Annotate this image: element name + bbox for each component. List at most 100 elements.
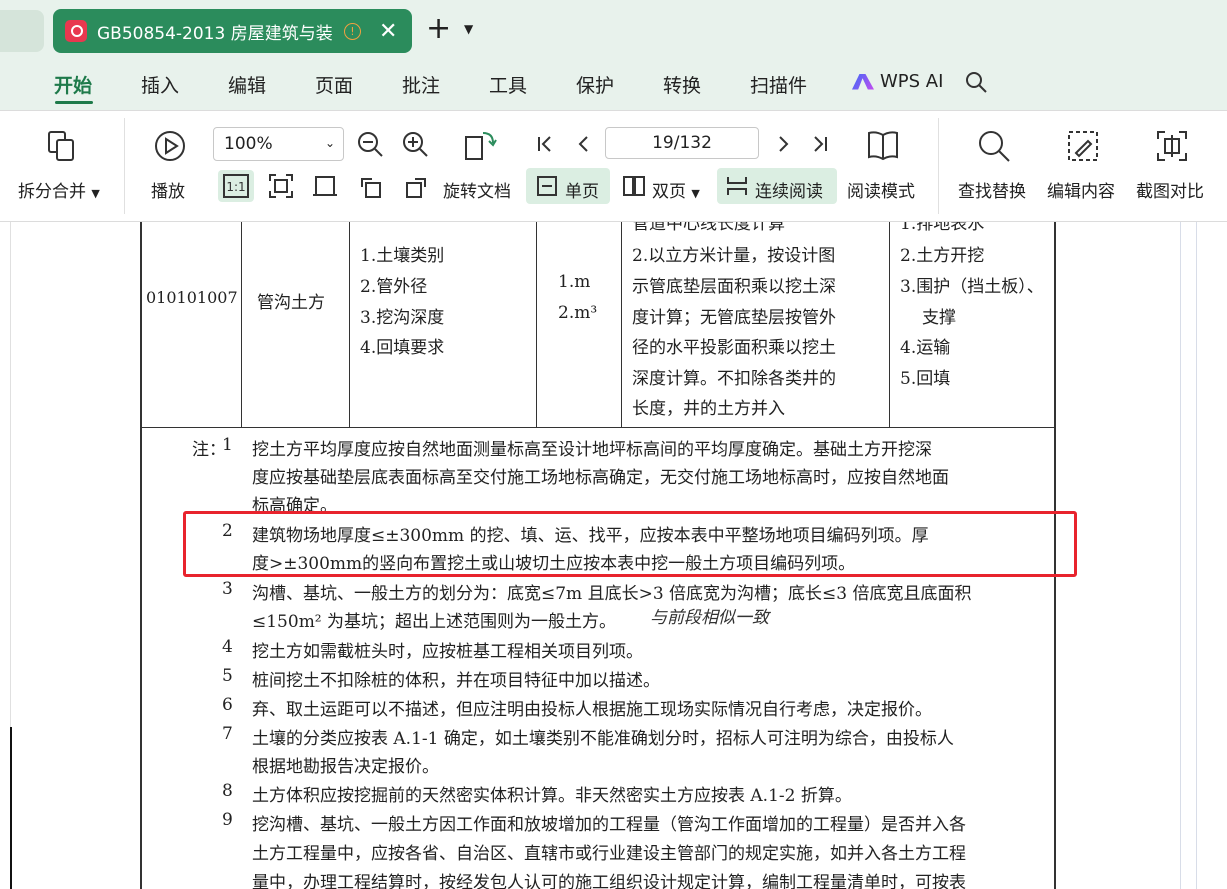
continuous-read-button[interactable]: 连续阅读 [755,177,823,202]
table-col-line [349,222,350,428]
menu-protect[interactable]: 保护 [576,71,614,98]
rotate-right-icon[interactable] [403,173,429,199]
note-line: 土方工程量中，应按各省、自治区、直辖市或行业建设主管部门的规定实施，如并入各土方… [252,844,966,864]
note-number: 8 [222,781,233,801]
continuous-read-icon [727,177,747,195]
single-page-icon [537,176,557,196]
new-tab-icon[interactable]: + [426,14,451,44]
unit-line: 1.m [558,272,591,292]
double-page-button[interactable]: 双页 ▼ [652,177,700,202]
read-mode-button[interactable]: 阅读模式 [847,177,915,202]
read-mode-icon [868,131,898,161]
work-line: 2.土方开挖 [900,246,985,266]
last-page-icon[interactable] [811,135,829,153]
rule-line: 度计算；无管底垫层按管外 [632,308,836,328]
note-number: 6 [222,695,233,715]
page-edge-right [1180,222,1181,889]
note-line: 弃、取土运距可以不描述，但应注明由投标人根据施工现场实际情况自行考虑，决定报价。 [252,700,932,720]
rotate-document-button[interactable]: 旋转文档 [443,177,511,202]
document-tab[interactable]: GB50854-2013 房屋建筑与装 ! ✕ [53,9,412,53]
search-icon[interactable] [965,71,987,93]
wps-ai-button[interactable]: WPS AI [852,71,943,92]
menu-edit[interactable]: 编辑 [228,71,266,98]
menu-annotate[interactable]: 批注 [402,71,440,98]
note-line: 沟槽、基坑、一般土方的划分为：底宽≤7m 且底长>3 倍底宽为沟槽；底长≤3 倍… [252,584,972,604]
table-row-line [140,427,1056,428]
find-replace-icon [979,131,1010,162]
scan-mark [10,727,12,889]
double-page-icon [623,176,645,196]
close-tab-icon[interactable]: ✕ [379,19,397,44]
table-col-line [889,222,890,428]
split-merge-icon [48,131,74,161]
next-page-icon[interactable] [774,135,792,153]
play-icon[interactable] [154,130,186,162]
red-highlight-box [183,511,1077,577]
screenshot-compare-icon [1157,131,1187,161]
note-line: 量中，办理工程结算时，按经发包人认可的施工组织设计规定计算，编制工程量清单时，可… [252,873,966,889]
menu-scan[interactable]: 扫描件 [750,71,807,98]
previous-page-icon[interactable] [575,135,593,153]
rule-line: 示管底垫层面积乘以挖土深 [632,277,836,297]
note-line: ≤150m² 为基坑；超出上述范围则为一般土方。 [252,612,617,632]
rule-line: 径的水平投影面积乘以挖土 [632,338,836,358]
zoom-select[interactable]: 100% ⌄ [213,127,344,161]
item-code: 010101007 [146,288,238,307]
split-merge-label: 拆分合并 [18,182,86,202]
zoom-value: 100% [224,134,273,154]
note-number: 3 [222,579,233,599]
svg-text:1:1: 1:1 [226,180,245,194]
menu-insert[interactable]: 插入 [141,71,179,98]
menu-convert[interactable]: 转换 [663,71,701,98]
pdf-app-icon [65,20,87,42]
unit-line: 2.m³ [558,303,598,323]
edit-content-button[interactable]: 编辑内容 [1047,177,1115,202]
note-line: 挖土方如需截桩头时，应按桩基工程相关项目列项。 [252,642,643,662]
find-replace-button[interactable]: 查找替换 [958,177,1026,202]
note-line: 挖沟槽、基坑、一般土方因工作面和放坡增加的工程量（管沟工作面增加的工程量）是否并… [252,815,966,835]
page-number-input[interactable]: 19/132 [605,127,759,159]
note-line: 度应按基础垫层底表面标高至交付施工场地标高确定，无交付施工场地标高时，应按自然地… [252,468,949,488]
feature-line: 1.土壤类别 [360,246,445,266]
previous-tab[interactable] [0,10,44,52]
screenshot-compare-button[interactable]: 截图对比 [1136,177,1204,202]
fit-page-icon[interactable] [268,173,294,199]
single-page-button[interactable]: 单页 [565,177,599,202]
toolbar-separator [124,118,125,214]
note-number: 9 [222,810,233,830]
split-merge-button[interactable]: 拆分合并 ▼ [18,177,100,202]
active-menu-indicator [55,101,93,104]
menu-page[interactable]: 页面 [315,71,353,98]
zoom-out-icon[interactable] [357,131,383,157]
feature-line: 4.回填要求 [360,338,445,358]
note-line: 根据地勘报告决定报价。 [252,757,439,777]
wps-ai-icon [852,73,874,90]
wps-ai-label: WPS AI [880,71,944,92]
note-prefix: 注： [192,440,226,460]
zoom-in-icon[interactable] [402,131,428,157]
note-line: 土壤的分类应按表 A.1-1 确定，如土壤类别不能准确划分时，招标人可注明为综合… [252,729,954,749]
first-page-icon[interactable] [536,135,554,153]
warning-icon[interactable]: ! [344,22,361,40]
note-number: 4 [222,637,233,657]
rotate-left-icon[interactable] [358,173,384,199]
menu-tools[interactable]: 工具 [489,71,527,98]
feature-line: 3.挖沟深度 [360,308,445,328]
table-col-line [536,222,537,428]
tab-list-chevron-icon[interactable]: ▼ [464,22,473,36]
item-name: 管沟土方 [257,293,325,313]
handwritten-annotation: 与前段相似一致 [650,608,769,628]
actual-size-icon[interactable]: 1:1 [222,173,250,199]
note-number: 1 [222,435,233,455]
note-number: 7 [222,724,233,744]
table-border-left [140,222,142,889]
work-line: 支撑 [922,308,956,328]
note-line: 桩间挖土不扣除桩的体积，并在项目特征中加以描述。 [252,671,660,691]
fit-width-icon[interactable] [312,173,338,199]
chevron-down-icon: ⌄ [324,136,335,150]
menu-home[interactable]: 开始 [54,71,92,98]
table-col-line [621,222,622,428]
play-label[interactable]: 播放 [151,177,185,202]
note-number: 5 [222,666,233,686]
page-edge-right [1196,222,1197,889]
